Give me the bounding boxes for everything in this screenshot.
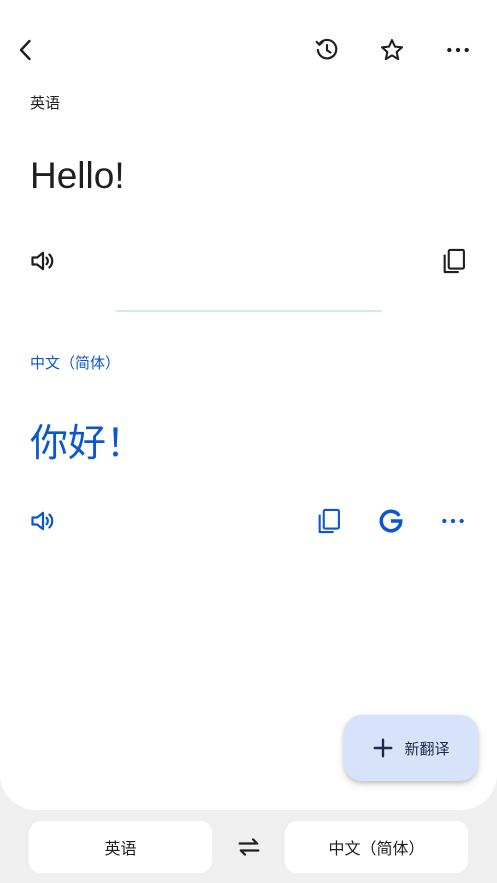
source-language-label: 英语 — [30, 94, 61, 112]
section-divider — [115, 310, 382, 312]
target-copy-button[interactable] — [312, 504, 346, 538]
target-more-button[interactable] — [436, 504, 470, 538]
source-copy-button[interactable] — [437, 244, 471, 278]
history-button[interactable] — [309, 32, 345, 68]
speaker-icon — [31, 251, 54, 271]
speaker-icon — [31, 511, 54, 531]
new-translation-button[interactable]: 新翻译 — [344, 715, 478, 781]
source-text[interactable]: Hello! — [30, 155, 125, 197]
more-icon — [442, 518, 464, 524]
more-icon — [447, 47, 469, 53]
translated-text[interactable]: 你好！ — [30, 412, 144, 467]
copy-icon — [443, 248, 465, 274]
favorite-button[interactable] — [374, 32, 410, 68]
history-icon — [315, 38, 338, 60]
google-search-button[interactable] — [374, 504, 408, 538]
new-translation-label: 新翻译 — [404, 739, 450, 758]
target-language-label: 中文（简体） — [30, 354, 121, 372]
more-options-button[interactable] — [440, 32, 476, 68]
plus-icon — [374, 738, 393, 758]
swap-languages-button[interactable] — [232, 830, 266, 864]
target-language-selector[interactable]: 中文（简体） — [285, 821, 468, 873]
translation-card: 英语 Hello! 中文（简体） 你好！ 新翻译 — [0, 0, 497, 810]
star-icon — [381, 39, 403, 61]
swap-icon — [238, 838, 260, 856]
google-icon — [379, 509, 403, 533]
copy-icon — [318, 508, 340, 534]
source-language-selector[interactable]: 英语 — [29, 821, 212, 873]
source-speak-button[interactable] — [26, 244, 60, 278]
back-icon — [19, 39, 31, 61]
target-speak-button[interactable] — [26, 504, 60, 538]
back-button[interactable] — [8, 32, 44, 68]
